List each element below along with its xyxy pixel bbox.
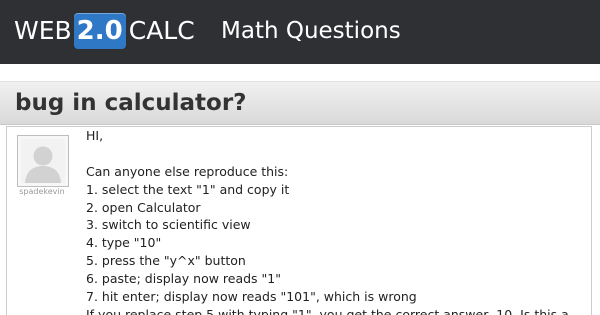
default-user-avatar-icon (21, 139, 65, 183)
post-line: 1. select the text "1" and copy it (86, 181, 290, 197)
math-questions-link[interactable]: Math Questions (221, 13, 401, 49)
post-container: spadekevin HI, Can anyone else reproduce… (6, 126, 592, 315)
post-line: HI, (86, 128, 104, 143)
post-line (86, 145, 586, 163)
logo-web-text: WEB (14, 16, 72, 45)
post-line: 3. switch to scientific view (86, 217, 251, 233)
avatar[interactable] (17, 135, 69, 187)
post-author-name[interactable]: spadekevin (7, 187, 77, 196)
question-title-bar: bug in calculator? (0, 81, 600, 125)
post-line: 6. paste; display now reads "1" (86, 271, 281, 287)
question-title: bug in calculator? (15, 90, 247, 116)
post-line: 4. type "10" (86, 235, 162, 251)
post-line: Can anyone else reproduce this: (86, 163, 289, 179)
page: WEB 2.0 CALC Math Questions bug in calcu… (0, 0, 600, 315)
post-line: 2. open Calculator (86, 199, 201, 215)
logo-calc-text: CALC (128, 16, 195, 45)
post-body: HI, Can anyone else reproduce this: 1. s… (86, 127, 586, 315)
site-header: WEB 2.0 CALC Math Questions (0, 0, 600, 64)
post-line: If you replace step 5 with typing "1", y… (86, 306, 569, 315)
logo-version-badge: 2.0 (73, 13, 126, 49)
post-line: 7. hit enter; display now reads "101", w… (86, 289, 417, 305)
site-logo[interactable]: WEB 2.0 CALC (14, 13, 195, 49)
post-line: 5. press the "y^x" button (86, 253, 246, 269)
